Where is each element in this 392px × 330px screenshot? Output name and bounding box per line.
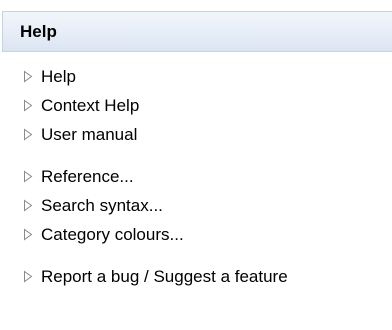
link-label: Context Help <box>41 95 140 115</box>
link-search-syntax[interactable]: Search syntax... <box>23 191 383 220</box>
help-panel-header: Help <box>2 11 392 52</box>
link-help[interactable]: Help <box>23 62 383 91</box>
help-link-group: Help Context Help User manual <box>23 62 383 149</box>
triangle-right-icon <box>23 99 33 112</box>
reference-link-group: Reference... Search syntax... Category c… <box>23 162 383 249</box>
link-reference[interactable]: Reference... <box>23 162 383 191</box>
triangle-right-icon <box>23 270 33 283</box>
link-label: Search syntax... <box>41 195 163 215</box>
link-label: Help <box>41 66 76 86</box>
link-label: Report a bug / Suggest a feature <box>41 266 288 286</box>
link-label: User manual <box>41 124 138 144</box>
triangle-right-icon <box>23 199 33 212</box>
help-panel: Help Help Context Help User manual Refer… <box>0 0 392 330</box>
feedback-link-group: Report a bug / Suggest a feature <box>23 262 383 291</box>
link-report-bug[interactable]: Report a bug / Suggest a feature <box>23 262 383 291</box>
triangle-right-icon <box>23 70 33 83</box>
link-context-help[interactable]: Context Help <box>23 91 383 120</box>
link-label: Category colours... <box>41 224 184 244</box>
link-user-manual[interactable]: User manual <box>23 120 383 149</box>
triangle-right-icon <box>23 228 33 241</box>
triangle-right-icon <box>23 170 33 183</box>
link-category-colours[interactable]: Category colours... <box>23 220 383 249</box>
help-links: Help Context Help User manual Reference.… <box>23 62 383 291</box>
triangle-right-icon <box>23 128 33 141</box>
link-label: Reference... <box>41 166 134 186</box>
panel-title: Help <box>20 22 57 41</box>
